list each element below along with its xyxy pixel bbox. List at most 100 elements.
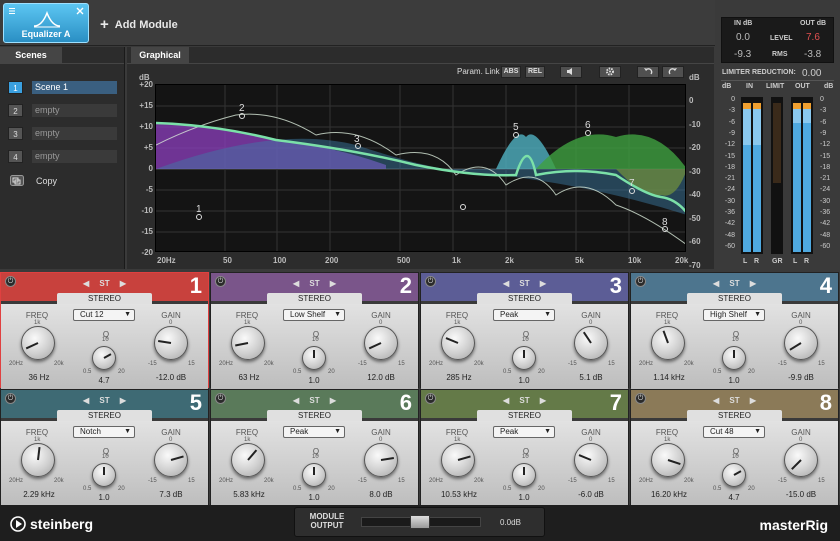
undo-button[interactable] <box>637 66 659 78</box>
knob-indicator <box>445 337 459 344</box>
arrow-left-icon[interactable]: ◀ <box>503 279 511 288</box>
add-module-button[interactable]: + Add Module <box>100 16 178 33</box>
filter-type-dropdown[interactable]: Peak ▼ <box>493 426 555 438</box>
plus-icon: + <box>100 16 109 33</box>
gain-knob[interactable] <box>364 443 398 477</box>
filter-type-dropdown[interactable]: Cut 48 ▼ <box>703 426 765 438</box>
gain-knob[interactable] <box>154 326 188 360</box>
q-knob[interactable] <box>722 346 746 370</box>
arrow-left-icon[interactable]: ◀ <box>83 279 91 288</box>
scene-item-1[interactable]: 1 Scene 1 <box>8 81 118 96</box>
freq-knob[interactable] <box>231 443 265 477</box>
scene-item-3[interactable]: 3 empty <box>8 127 118 142</box>
redo-button[interactable] <box>662 66 684 78</box>
stereo-mode-selector[interactable]: ◀ ST ▶ <box>211 396 418 405</box>
band-node-4[interactable] <box>460 204 466 210</box>
filter-type-dropdown[interactable]: Peak ▼ <box>283 426 345 438</box>
freq-knob[interactable] <box>441 443 475 477</box>
gain-knob[interactable] <box>784 443 818 477</box>
gain-knob[interactable] <box>574 443 608 477</box>
arrow-right-icon[interactable]: ▶ <box>538 396 546 405</box>
freq-knob[interactable] <box>651 443 685 477</box>
arrow-right-icon[interactable]: ▶ <box>748 279 756 288</box>
module-output-slider-handle[interactable] <box>410 515 430 529</box>
settings-button[interactable] <box>599 66 621 78</box>
arrow-right-icon[interactable]: ▶ <box>118 396 126 405</box>
arrow-left-icon[interactable]: ◀ <box>83 396 91 405</box>
q-knob[interactable] <box>512 346 536 370</box>
gain-knob[interactable] <box>784 326 818 360</box>
arrow-left-icon[interactable]: ◀ <box>713 279 721 288</box>
knob-indicator <box>247 449 258 461</box>
stereo-mode-selector[interactable]: ◀ ST ▶ <box>1 396 208 405</box>
gain-knob[interactable] <box>154 443 188 477</box>
arrow-right-icon[interactable]: ▶ <box>538 279 546 288</box>
gain-knob[interactable] <box>364 326 398 360</box>
filter-type-dropdown[interactable]: Notch ▼ <box>73 426 135 438</box>
arrow-right-icon[interactable]: ▶ <box>118 279 126 288</box>
stereo-mode-selector[interactable]: ◀ ST ▶ <box>421 279 628 288</box>
copy-button[interactable]: Copy <box>10 175 57 186</box>
filter-type-dropdown[interactable]: Peak ▼ <box>493 309 555 321</box>
module-output-slider[interactable] <box>361 515 481 529</box>
scene-item-4[interactable]: 4 empty <box>8 150 118 165</box>
module-tab-equalizer[interactable]: Equalizer A <box>3 3 89 43</box>
arrow-right-icon[interactable]: ▶ <box>748 396 756 405</box>
gain-scale-min: -15 <box>778 361 787 367</box>
abs-button[interactable]: ABS <box>501 66 521 78</box>
module-bar: Equalizer A + Add Module <box>0 0 715 46</box>
q-knob[interactable] <box>512 463 536 487</box>
arrow-left-icon[interactable]: ◀ <box>293 279 301 288</box>
meter-scale-label: -3 <box>820 107 827 115</box>
band-node-1[interactable] <box>196 214 202 220</box>
stereo-mode-selector[interactable]: ◀ ST ▶ <box>421 396 628 405</box>
freq-scale-min: 20Hz <box>9 361 24 367</box>
tab-scenes[interactable]: Scenes <box>0 47 62 63</box>
stereo-mode-selector[interactable]: ◀ ST ▶ <box>631 279 838 288</box>
gain-knob[interactable] <box>574 326 608 360</box>
stereo-mode-selector[interactable]: ◀ ST ▶ <box>1 279 208 288</box>
eq-curve-display[interactable]: 1 2 3 5 6 7 8 <box>155 84 686 252</box>
arrow-right-icon[interactable]: ▶ <box>328 279 336 288</box>
chevron-down-icon: ▼ <box>544 428 551 435</box>
q-scale-max: 20 <box>328 486 335 492</box>
scene-name: empty <box>32 150 117 163</box>
filter-type-dropdown[interactable]: High Shelf ▼ <box>703 309 765 321</box>
freq-knob[interactable] <box>21 443 55 477</box>
freq-knob[interactable] <box>21 326 55 360</box>
gr-meter <box>771 97 783 254</box>
st-label: ST <box>309 279 320 288</box>
stereo-mode-selector[interactable]: ◀ ST ▶ <box>211 279 418 288</box>
q-knob[interactable] <box>722 463 746 487</box>
arrow-left-icon[interactable]: ◀ <box>293 396 301 405</box>
close-icon[interactable] <box>76 7 84 15</box>
q-knob[interactable] <box>302 463 326 487</box>
tab-graphical[interactable]: Graphical <box>131 47 189 63</box>
q-knob[interactable] <box>92 463 116 487</box>
stereo-mode-selector[interactable]: ◀ ST ▶ <box>631 396 838 405</box>
freq-label: FREQ <box>235 428 259 437</box>
q-knob[interactable] <box>92 346 116 370</box>
menu-icon[interactable] <box>8 7 16 15</box>
speaker-button[interactable] <box>560 66 582 78</box>
gear-icon <box>606 67 614 76</box>
filter-type-dropdown[interactable]: Cut 12 ▼ <box>73 309 135 321</box>
freq-label: FREQ <box>25 311 49 320</box>
freq-knob[interactable] <box>231 326 265 360</box>
arrow-left-icon[interactable]: ◀ <box>503 396 511 405</box>
arrow-right-icon[interactable]: ▶ <box>328 396 336 405</box>
gain-scale-min: -15 <box>568 361 577 367</box>
freq-knob[interactable] <box>441 326 475 360</box>
rel-button[interactable]: REL <box>525 66 545 78</box>
arrow-left-icon[interactable]: ◀ <box>713 396 721 405</box>
scene-item-2[interactable]: 2 empty <box>8 104 118 119</box>
filter-type-dropdown[interactable]: Low Shelf ▼ <box>283 309 345 321</box>
knob-indicator <box>523 350 525 358</box>
freq-knob[interactable] <box>651 326 685 360</box>
band-node-6[interactable] <box>585 130 591 136</box>
meter-scale-label: -6 <box>728 118 735 126</box>
q-scale-min: 0.5 <box>713 369 722 375</box>
q-knob[interactable] <box>302 346 326 370</box>
knob-indicator <box>789 342 802 351</box>
knob-indicator <box>103 467 105 475</box>
